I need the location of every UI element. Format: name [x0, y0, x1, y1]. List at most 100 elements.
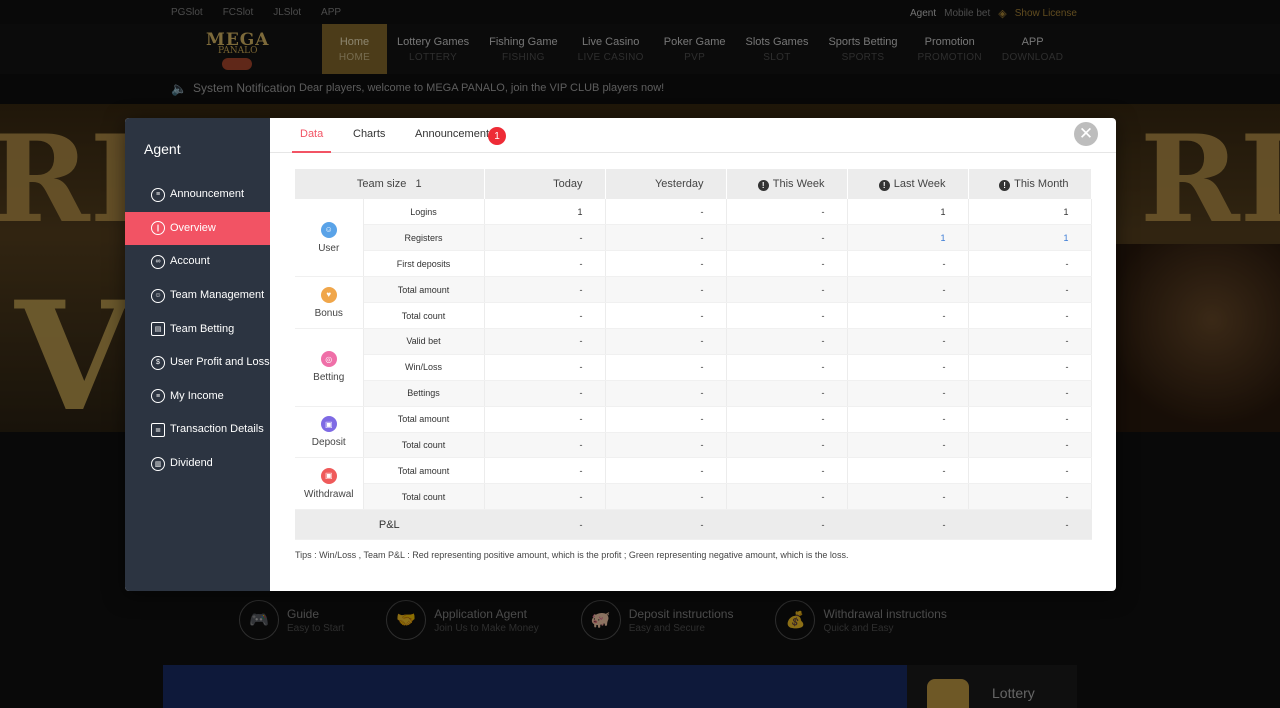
cell-value: - [968, 276, 1092, 304]
agent-sidebar: Agent ≡ Announcement ∥ Overview ∞ Account ☺ Tea… [125, 118, 270, 591]
sidebar-item-announcement[interactable]: ≡ Announcement [125, 178, 270, 212]
table-row: Win/Loss - - - - - [295, 354, 1092, 381]
sidebar-item-team-management[interactable]: ☺ Team Management [125, 279, 270, 313]
cell-value: - [726, 302, 848, 329]
cell-value: - [968, 406, 1092, 433]
cell-value[interactable]: 1 [968, 224, 1092, 252]
sidebar-item-transaction-details[interactable]: ≣ Transaction Details [125, 413, 270, 447]
sidebar-title: Agent [144, 141, 181, 157]
cell-value: - [968, 302, 1092, 329]
table-row: ▣ Deposit Total amount - - - - - [295, 406, 1092, 459]
sidebar-item-team-betting[interactable]: ▤ Team Betting [125, 312, 270, 346]
agent-content: Data Charts Announcement 1 ✕ Team size 1… [270, 118, 1116, 591]
cell-value: - [726, 483, 848, 511]
cell-value: - [605, 406, 727, 433]
cell-value: - [605, 483, 727, 511]
cell-value: - [605, 432, 727, 459]
tab-charts[interactable]: Charts [353, 128, 385, 140]
cell-value: - [484, 380, 606, 407]
cell-value[interactable]: 1 [847, 224, 969, 252]
sidebar-item-label: Transaction Details [170, 423, 264, 436]
sidebar-item-label: Team Management [170, 289, 265, 302]
link-icon: ∞ [151, 254, 165, 269]
pl-row: P&L - - - - - [295, 509, 1092, 541]
row-label: Total count [363, 483, 485, 511]
dividend-icon: ▥ [151, 456, 165, 471]
pl-value: - [605, 509, 727, 541]
announcement-count-badge: 1 [488, 127, 506, 145]
info-icon: ! [757, 179, 769, 191]
sidebar-item-label: Overview [170, 221, 216, 234]
cell-value: - [968, 483, 1092, 511]
cell-value: 1 [968, 199, 1092, 226]
table-row: Total count - - - - - [295, 483, 1092, 511]
cell-value: - [968, 457, 1092, 485]
cell-value: - [968, 432, 1092, 459]
group-label: Betting [313, 372, 345, 384]
coin-icon: $ [151, 355, 165, 370]
cell-value: - [484, 406, 606, 433]
cell-value: - [484, 302, 606, 329]
cell-value: - [484, 224, 606, 252]
row-label: Total amount [363, 457, 485, 485]
sidebar-item-account[interactable]: ∞ Account [125, 245, 270, 279]
row-label: Bettings [363, 380, 485, 407]
col-header-label: This Month [1014, 177, 1069, 190]
cell-value: - [605, 457, 727, 485]
cell-value: - [484, 483, 606, 511]
table-row: ♥ Bonus Total amount - - - - - [295, 276, 1092, 329]
sidebar-menu: ≡ Announcement ∥ Overview ∞ Account ☺ Team Mana… [125, 178, 270, 480]
cell-value: - [605, 224, 727, 252]
wallet-icon: ▤ [151, 322, 165, 337]
pl-label: P&L [295, 509, 485, 541]
pl-value: - [484, 509, 606, 541]
group-label: Bonus [314, 307, 343, 319]
close-icon[interactable]: ✕ [1074, 122, 1098, 146]
overview-table: Team size 1 Today Yesterday ! This Week !… [295, 169, 1092, 541]
col-header-label: Last Week [893, 177, 946, 190]
table-row: ▣ Withdrawal Total amount - - - - - [295, 457, 1092, 511]
col-header-label: This Week [772, 177, 825, 190]
cell-value: - [605, 250, 727, 278]
sidebar-item-label: Announcement [170, 188, 244, 201]
cell-value: - [605, 302, 727, 329]
tab-announcement[interactable]: Announcement [415, 128, 489, 140]
list-icon: ≡ [151, 187, 165, 202]
content-tabs: Data Charts Announcement 1 [270, 118, 1116, 153]
deposit-icon: ▣ [320, 416, 337, 433]
sidebar-item-my-income[interactable]: ≡ My Income [125, 380, 270, 414]
row-label: Win/Loss [363, 354, 485, 381]
sidebar-item-dividend[interactable]: ▥ Dividend [125, 447, 270, 481]
sidebar-item-label: Team Betting [170, 322, 235, 335]
chip-icon: ◎ [320, 351, 337, 368]
user-icon: ☺ [151, 288, 165, 303]
group-user: ☺ User [295, 199, 364, 278]
table-row: Registers - - -1 1 [295, 224, 1092, 252]
table-row: Total count - - - - - [295, 302, 1092, 329]
team-size-label: Team size [356, 178, 407, 190]
sidebar-item-overview[interactable]: ∥ Overview [125, 211, 270, 246]
cell-value: - [484, 328, 606, 355]
sidebar-item-user-profit-and-loss[interactable]: $ User Profit and Loss [125, 346, 270, 380]
income-icon: ≡ [151, 389, 165, 404]
col-header-yesterday: Yesterday [605, 169, 727, 199]
tab-data[interactable]: Data [300, 128, 323, 140]
cell-value: - [484, 276, 606, 304]
cell-value: - [726, 199, 848, 226]
agent-modal: Agent ≡ Announcement ∥ Overview ∞ Account ☺ Tea… [125, 118, 1116, 591]
sidebar-item-label: My Income [170, 389, 224, 402]
info-icon: ! [999, 179, 1011, 191]
withdraw-icon: ▣ [320, 467, 337, 484]
cell-value: - [484, 432, 606, 459]
cell-value: - [605, 199, 727, 226]
sidebar-item-label: Account [170, 255, 210, 268]
cell-value: - [847, 380, 969, 407]
pl-value: - [968, 509, 1092, 541]
cell-value: - [726, 224, 848, 252]
active-tab-underline [292, 151, 331, 153]
table-row: ◎ Betting Valid bet - - - - - [295, 328, 1092, 407]
cell-value: - [726, 328, 848, 355]
cell-value: - [726, 380, 848, 407]
cell-value: - [484, 354, 606, 381]
info-icon: ! [878, 179, 890, 191]
